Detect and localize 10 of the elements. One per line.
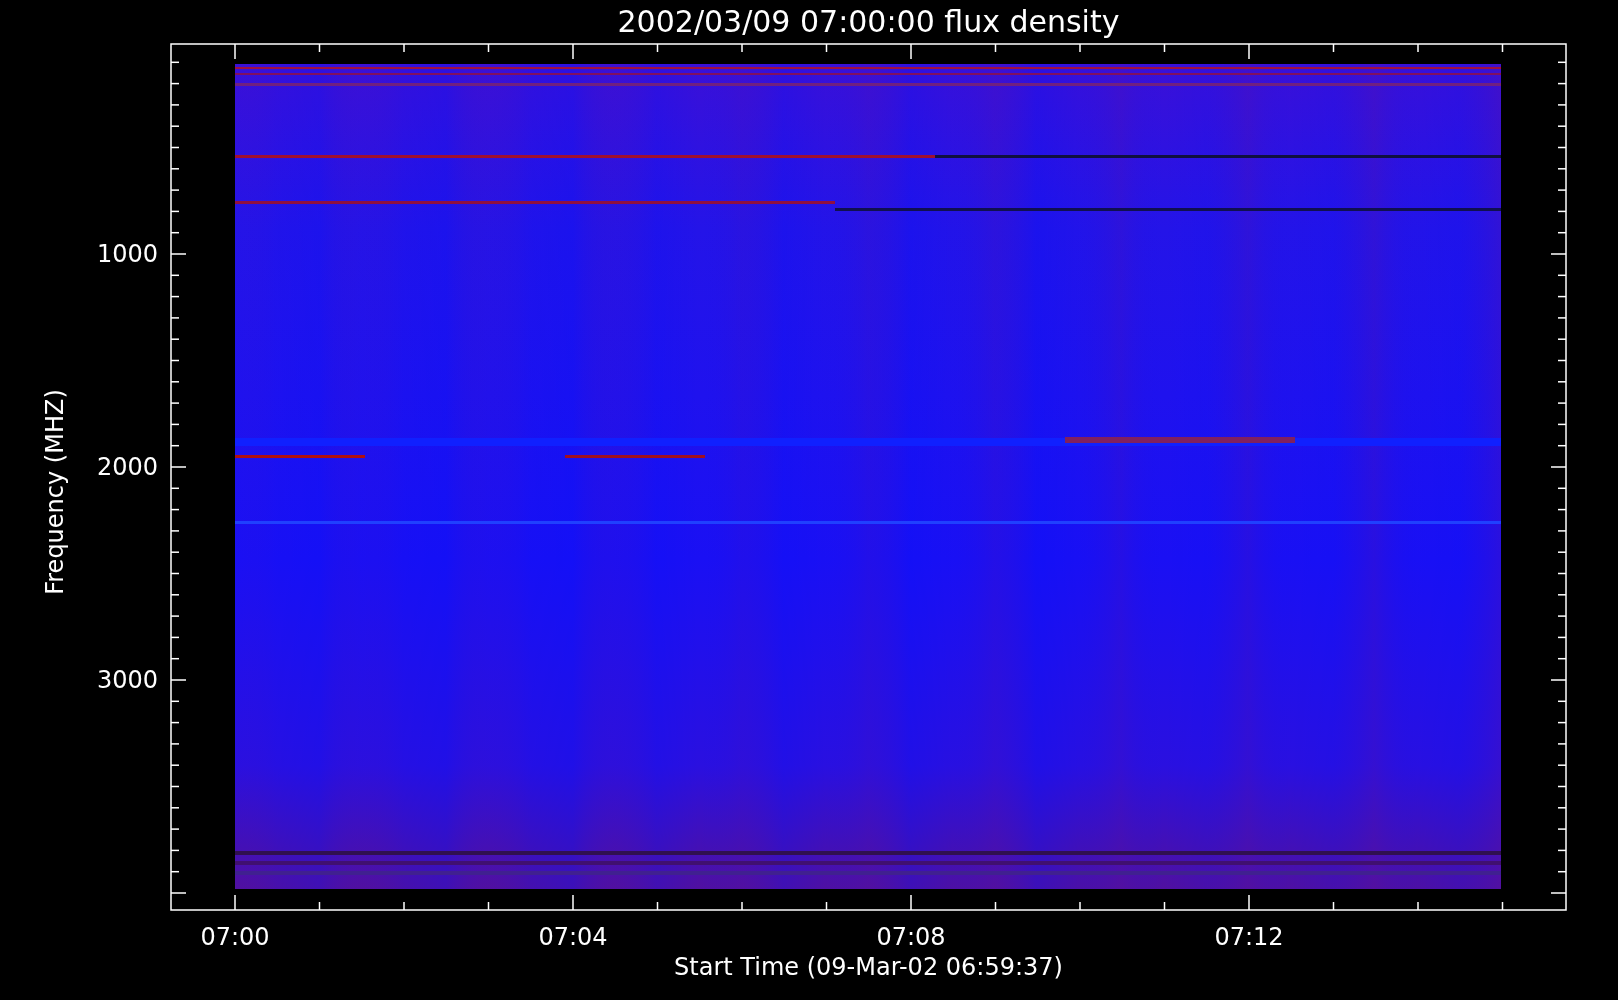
x-tick-label: 07:08	[876, 925, 946, 949]
y-axis-label: Frequency (MHZ)	[43, 389, 67, 595]
plot-title: 2002/03/09 07:00:00 flux density	[617, 6, 1120, 37]
y-tick-label: 3000	[96, 668, 158, 692]
x-tick-label: 07:00	[200, 925, 270, 949]
y-tick-label: 1000	[96, 242, 158, 266]
x-axis-label: Start Time (09-Mar-02 06:59:37)	[674, 955, 1063, 979]
x-tick-label: 07:12	[1214, 925, 1284, 949]
y-tick-label: 2000	[96, 455, 158, 479]
x-tick-label: 07:04	[538, 925, 608, 949]
